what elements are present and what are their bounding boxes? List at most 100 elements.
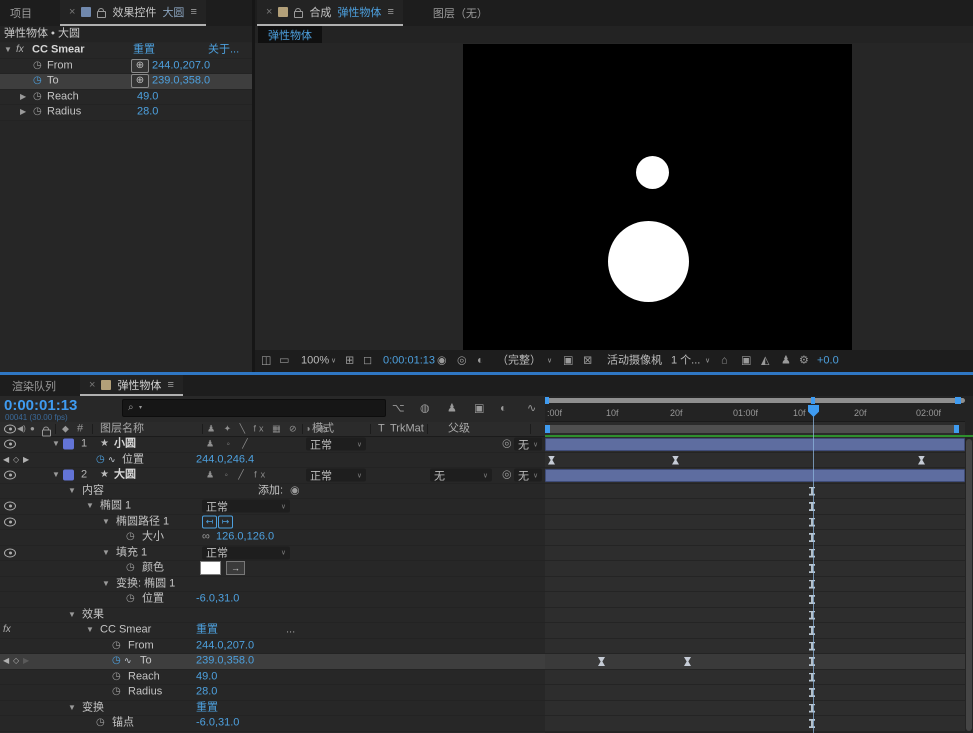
draft-3d-icon[interactable]: ◍ [420, 404, 430, 415]
stopwatch-icon[interactable]: ◷ [126, 563, 135, 573]
group-row-transform[interactable]: ▼ 变换 重置 [0, 701, 545, 717]
property-track[interactable] [545, 484, 965, 500]
effect-header-row[interactable]: ▼ fx CC Smear 重置 关于... [0, 43, 252, 59]
property-row-radius[interactable]: ◷ Radius 28.0 [0, 685, 545, 701]
group-row-fill1[interactable]: ▼ 填充 1 正常∨ [0, 546, 545, 562]
twirl-icon[interactable]: ▼ [68, 487, 76, 495]
close-icon[interactable]: × [69, 6, 75, 18]
work-area-bar[interactable] [545, 425, 959, 433]
stopwatch-icon[interactable]: ◷ [33, 61, 42, 71]
prop-row-radius[interactable]: ▶ ◷ Radius 28.0 [0, 105, 252, 121]
effect-name[interactable]: CC Smear [100, 625, 151, 636]
motion-blur-icon[interactable]: ◐ [500, 404, 507, 415]
blend-mode-dropdown[interactable]: 正常∨ [202, 500, 290, 513]
label-color-chip[interactable] [63, 439, 74, 450]
lock-icon[interactable] [97, 11, 106, 18]
property-row-size[interactable]: ◷ 大小 ∞ 126.0,126.0 [0, 530, 545, 546]
eye-icon[interactable] [4, 502, 16, 511]
property-track-selected[interactable] [545, 654, 965, 670]
property-name[interactable]: Reach [128, 671, 160, 682]
effect-name[interactable]: CC Smear [32, 45, 85, 56]
tab-composition[interactable]: × 合成 弹性物体 ≡ [257, 0, 403, 26]
show-snapshot-icon[interactable]: ◎ [457, 356, 467, 367]
keyframe[interactable] [672, 456, 679, 465]
close-icon[interactable]: × [266, 6, 272, 18]
property-value[interactable]: 126.0,126.0 [216, 532, 274, 543]
exposure-value[interactable]: +0.0 [817, 356, 839, 367]
toolbar-timecode[interactable]: 0:00:01:13 [383, 356, 435, 367]
snapshot-icon[interactable]: ◉ [437, 356, 447, 367]
primary-viewer-icon[interactable]: ▭ [279, 356, 289, 367]
solo-column-icon[interactable]: ● [30, 425, 35, 433]
group-name[interactable]: 变换 [82, 702, 104, 713]
next-keyframe-icon[interactable]: ▶ [23, 657, 29, 665]
property-track[interactable] [545, 499, 965, 515]
chevron-down-icon[interactable]: ∨ [331, 358, 336, 365]
twirl-icon[interactable]: ▼ [68, 611, 76, 619]
property-track[interactable] [545, 592, 965, 608]
property-name[interactable]: Radius [128, 687, 162, 698]
stopwatch-icon[interactable]: ◷ [96, 718, 105, 728]
eye-icon[interactable] [4, 548, 16, 557]
keyframe[interactable] [684, 657, 691, 666]
group-row-effects[interactable]: ▼ 效果 [0, 608, 545, 624]
property-track[interactable] [545, 716, 965, 732]
panel-menu-icon[interactable]: ≡ [167, 379, 173, 391]
prop-row-reach[interactable]: ▶ ◷ Reach 49.0 [0, 90, 252, 106]
big-circle-shape[interactable] [608, 221, 689, 302]
property-row-from[interactable]: ◷ From 244.0,207.0 [0, 639, 545, 655]
tab-effect-controls[interactable]: × 效果控件 大圆 ≡ [60, 0, 206, 26]
tab-layer[interactable]: 图层（无） [433, 5, 488, 21]
label-column-icon[interactable]: ◆ [62, 425, 69, 434]
property-value[interactable]: 244.0,207.0 [196, 640, 254, 651]
more-options[interactable]: ... [286, 625, 295, 636]
search-box[interactable]: ⌕ ▾ [122, 399, 386, 417]
parent-pickwhip-icon[interactable]: ◎ [502, 439, 512, 450]
navigator-end-handle[interactable] [955, 397, 961, 404]
group-row-contents[interactable]: ▼ 内容 添加: ◉ [0, 484, 545, 500]
stopwatch-icon[interactable]: ◷ [126, 532, 135, 542]
property-name[interactable]: 位置 [122, 454, 144, 465]
property-track[interactable] [545, 685, 965, 701]
exposure-gear-icon[interactable]: ⚙ [799, 356, 809, 367]
close-icon[interactable]: × [89, 379, 95, 391]
twirl-icon[interactable]: ▼ [52, 440, 60, 448]
group-name[interactable]: 内容 [82, 485, 104, 496]
property-track[interactable] [545, 670, 965, 686]
stopwatch-icon[interactable]: ◷ [33, 92, 42, 102]
reset-link[interactable]: 重置 [196, 702, 218, 713]
tab-project[interactable]: 项目 [10, 5, 32, 21]
stopwatch-icon[interactable]: ◷ [33, 76, 42, 86]
stopwatch-icon[interactable]: ◷ [33, 107, 42, 117]
graph-editor-icon[interactable]: ∿ [527, 404, 536, 415]
keyframe[interactable] [918, 456, 925, 465]
parent-pickwhip-icon[interactable]: ◎ [502, 470, 512, 481]
property-name[interactable]: To [140, 656, 152, 667]
add-button-icon[interactable]: ◉ [290, 485, 300, 496]
parent-dropdown[interactable]: 无∨ [514, 469, 542, 482]
eye-icon[interactable] [4, 517, 16, 526]
twirl-icon[interactable]: ▼ [86, 626, 94, 634]
twirl-icon[interactable]: ▼ [102, 549, 110, 557]
tab-render-queue[interactable]: 渲染队列 [12, 378, 56, 394]
property-value[interactable]: 28.0 [196, 687, 217, 698]
property-track[interactable] [545, 546, 965, 562]
property-track[interactable] [545, 515, 965, 531]
twirl-icon[interactable]: ▼ [52, 471, 60, 479]
property-track[interactable] [545, 701, 965, 717]
grid-guides-icon[interactable]: ⊞ [345, 356, 354, 367]
property-track[interactable] [545, 608, 965, 624]
group-name[interactable]: 椭圆 1 [100, 501, 131, 512]
reset-link[interactable]: 重置 [196, 625, 218, 636]
twirl-icon[interactable]: ▼ [102, 580, 110, 588]
chevron-down-icon[interactable]: ∨ [655, 358, 660, 365]
prev-keyframe-icon[interactable]: ◀ [3, 456, 9, 464]
scrollbar-thumb[interactable] [966, 439, 972, 731]
twirl-icon[interactable]: ▼ [68, 704, 76, 712]
share-view-icon[interactable]: ⌂ [721, 356, 728, 367]
time-ruler[interactable]: :00f10f20f01:00f10f20f02:00f [545, 404, 965, 422]
property-row-position-1[interactable]: ◀ ◇ ▶ ◷ ∿ 位置 244.0,246.4 [0, 453, 545, 469]
prop-value[interactable]: 28.0 [137, 107, 158, 118]
always-preview-icon[interactable]: ◫ [261, 356, 271, 367]
property-value[interactable]: 49.0 [196, 671, 217, 682]
